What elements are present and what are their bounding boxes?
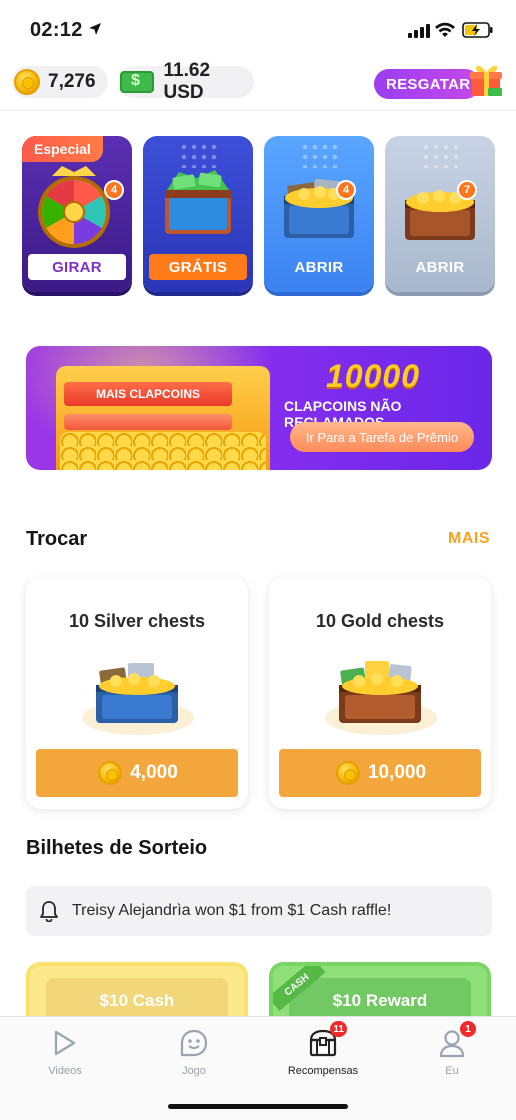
promo-banner[interactable]: MAIS CLAPCOINS 10000 CLAPCOINS NÃO RECLA… — [26, 346, 492, 470]
play-icon — [54, 1030, 76, 1056]
gold-chest-icon — [339, 661, 421, 723]
raffle-card-label: $10 Cash — [99, 991, 175, 1010]
raffle-card-cash[interactable]: $10 Cash — [26, 962, 248, 1020]
notification-badge: 1 — [460, 1021, 476, 1037]
task-button-abrir-gold[interactable]: ABRIR — [391, 254, 489, 280]
section-title-trocar: Trocar — [26, 528, 88, 550]
raffle-notice-text: Treisy Alejandrìa won $1 from $1 Cash ra… — [72, 902, 392, 919]
banner-bar-decoration — [64, 414, 232, 430]
signal-icon — [408, 24, 430, 38]
status-bar: 02:12 — [0, 0, 516, 62]
battery-charging-icon — [462, 22, 493, 38]
buy-price: 10,000 — [367, 762, 427, 783]
trade-card-gold[interactable]: 10 Gold chests 10,000 — [269, 577, 491, 809]
balance-row: 7,276 11.62 USD RESGATAR — [0, 60, 516, 106]
coin-icon — [14, 69, 40, 95]
redeem-button-label: RESGATAR — [386, 75, 471, 93]
header-divider — [0, 110, 516, 111]
raffle-card-reward[interactable]: CASH $10 Reward — [269, 962, 491, 1020]
game-icon — [180, 1029, 208, 1057]
section-title-raffle: Bilhetes de Sorteio — [26, 837, 208, 859]
silver-chest-icon — [96, 663, 178, 723]
status-time: 02:12 — [30, 19, 83, 41]
cash-balance[interactable]: 11.62 USD — [118, 60, 254, 103]
tab-label: Eu — [445, 1065, 459, 1077]
redeem-button[interactable]: RESGATAR — [374, 69, 480, 99]
tab-label: Recompensas — [287, 1065, 359, 1077]
bell-icon — [40, 901, 58, 922]
banner-amount: 10000 — [326, 358, 420, 394]
task-badge: 4 — [104, 180, 124, 200]
tab-videos[interactable]: Videos — [20, 1027, 110, 1077]
cash-bill-icon — [120, 71, 154, 93]
silver-chest-icon — [284, 178, 354, 238]
tab-jogo[interactable]: Jogo — [149, 1027, 239, 1077]
wifi-icon — [435, 22, 455, 37]
tab-eu[interactable]: 1 Eu — [407, 1021, 497, 1077]
home-indicator[interactable] — [168, 1104, 348, 1109]
tab-recompensas[interactable]: 11 Recompensas — [278, 1021, 368, 1077]
task-card-silver-chest[interactable]: 4 ABRIR — [264, 136, 374, 292]
banner-cta-button[interactable]: Ir Para a Tarefa de Prêmio — [290, 422, 474, 452]
raffle-notice: Treisy Alejandrìa won $1 from $1 Cash ra… — [26, 886, 492, 936]
task-button-girar[interactable]: GIRAR — [28, 254, 126, 280]
buy-price: 4,000 — [130, 762, 178, 783]
banner-bar-label: MAIS CLAPCOINS — [64, 382, 232, 406]
trade-card-silver[interactable]: 10 Silver chests 4,000 — [26, 577, 248, 809]
gold-chest-icon — [405, 190, 475, 240]
raffle-card-label: $10 Reward — [332, 991, 428, 1010]
coin-balance[interactable]: 7,276 — [12, 66, 108, 98]
location-arrow-icon — [89, 23, 101, 35]
task-button-gratis[interactable]: GRÁTIS — [149, 254, 247, 280]
task-card-wheel[interactable]: Especial 4 GIRAR — [22, 136, 132, 292]
task-badge: 4 — [336, 180, 356, 200]
task-badge: 7 — [457, 180, 477, 200]
trade-card-title: 10 Silver chests — [68, 611, 206, 631]
coin-balance-value: 7,276 — [48, 71, 96, 92]
gold-coins-illustration — [60, 432, 266, 470]
gift-icon[interactable] — [466, 60, 506, 100]
task-card-gold-chest[interactable]: 7 ABRIR — [385, 136, 495, 292]
notification-badge: 11 — [330, 1021, 347, 1037]
buy-button[interactable]: 10,000 — [279, 749, 481, 797]
cash-chest-icon — [165, 170, 231, 234]
task-card-free[interactable]: GRÁTIS — [143, 136, 253, 292]
buy-button[interactable]: 4,000 — [36, 749, 238, 797]
tab-label: Jogo — [182, 1065, 206, 1077]
coin-icon — [98, 761, 123, 785]
coin-icon — [335, 761, 360, 785]
more-link[interactable]: MAIS — [448, 530, 490, 548]
cash-balance-value: 11.62 USD — [163, 60, 211, 103]
task-button-abrir-silver[interactable]: ABRIR — [270, 254, 368, 280]
tab-label: Videos — [48, 1065, 82, 1077]
trade-card-title: 10 Gold chests — [315, 611, 445, 631]
